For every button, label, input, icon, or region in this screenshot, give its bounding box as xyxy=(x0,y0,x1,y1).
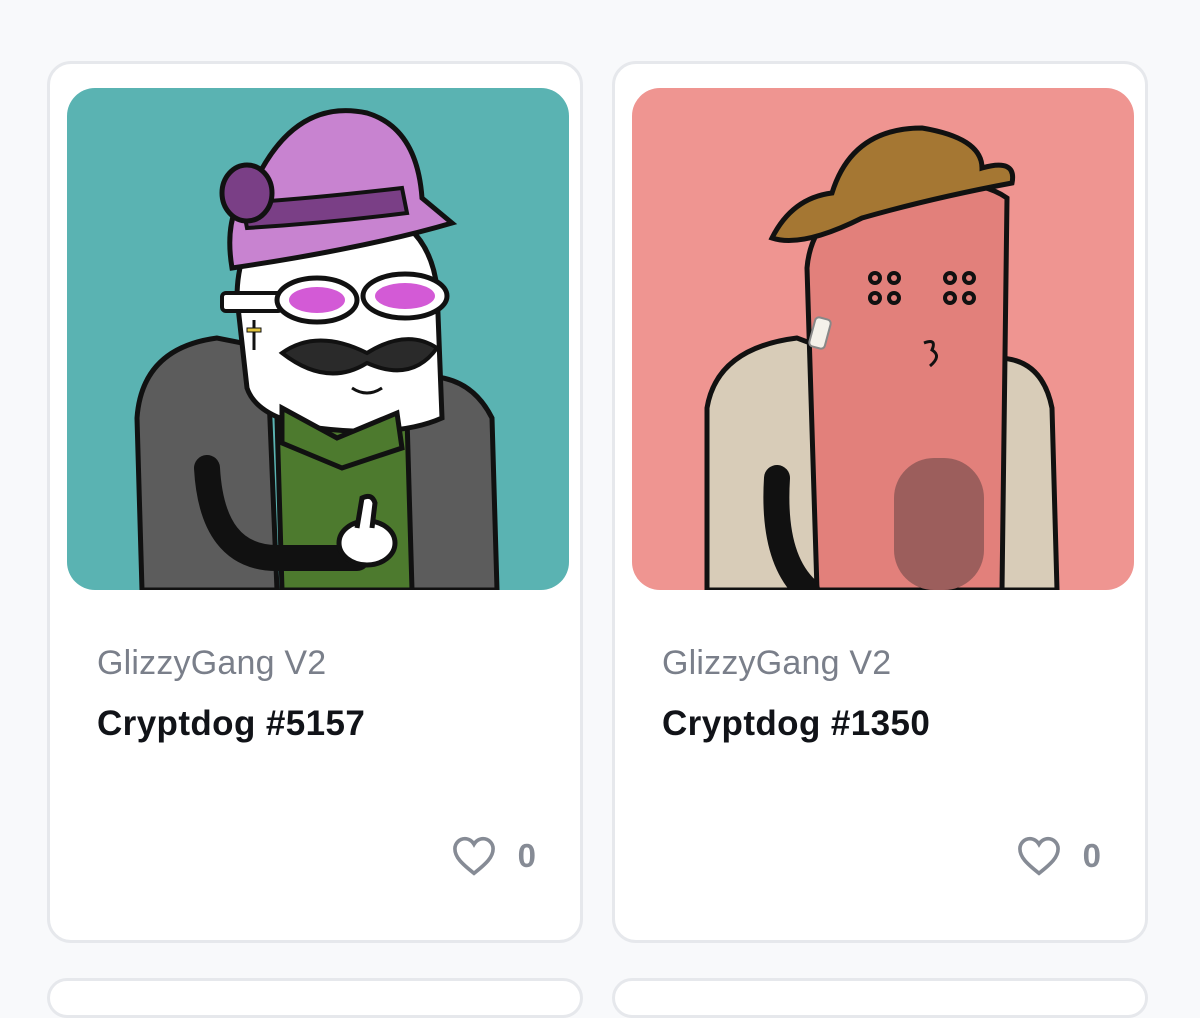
likes-group: 0 xyxy=(1017,836,1101,876)
heart-outline-icon[interactable] xyxy=(1017,836,1061,876)
like-count: 0 xyxy=(1082,837,1101,874)
nft-card[interactable]: GlizzyGang V2 Cryptdog #5157 0 xyxy=(47,61,583,943)
nft-artwork-image[interactable] xyxy=(67,88,569,590)
likes-group: 0 xyxy=(452,836,536,876)
nft-card[interactable]: GlizzyGang V2 Cryptdog #1350 0 xyxy=(612,61,1148,943)
nft-artwork-image[interactable] xyxy=(632,88,1134,590)
collection-name[interactable]: GlizzyGang V2 xyxy=(662,644,891,683)
nft-title[interactable]: Cryptdog #5157 xyxy=(97,704,365,744)
nft-card[interactable] xyxy=(612,978,1148,1018)
heart-outline-icon[interactable] xyxy=(452,836,496,876)
nft-card[interactable] xyxy=(47,978,583,1018)
like-count: 0 xyxy=(517,837,536,874)
collection-name[interactable]: GlizzyGang V2 xyxy=(97,644,326,683)
nft-title[interactable]: Cryptdog #1350 xyxy=(662,704,930,744)
nft-card-grid: GlizzyGang V2 Cryptdog #5157 0 GlizzyGan… xyxy=(0,0,1200,1018)
